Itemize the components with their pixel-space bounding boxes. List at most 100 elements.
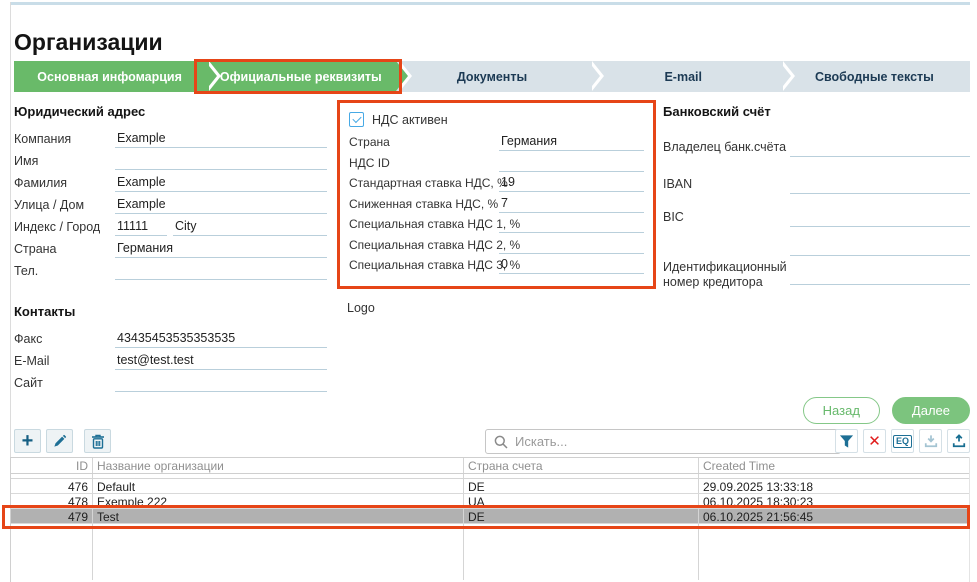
table-row[interactable]: 478 Exemple 222 UA 06.10.2025 18:30:23	[11, 494, 969, 509]
cell-name[interactable]: Default	[93, 479, 464, 493]
extra-bank-field[interactable]	[790, 239, 970, 256]
cell-country[interactable]: DE	[464, 479, 699, 493]
field-label: BIC	[663, 210, 790, 227]
tab-label: Основная инфомарция	[37, 70, 182, 84]
last-name-field[interactable]	[115, 175, 327, 192]
next-button[interactable]: Далее	[892, 397, 970, 424]
form-row: Страна	[349, 133, 644, 151]
checkbox-checked-icon[interactable]	[349, 112, 364, 127]
field-label: Компания	[14, 132, 115, 148]
fax-field[interactable]	[115, 331, 327, 348]
filter-button[interactable]	[835, 429, 858, 453]
vat-special-rate1-field[interactable]	[499, 216, 644, 233]
add-button[interactable]: +	[14, 429, 41, 453]
column-header-id[interactable]: ID	[11, 458, 93, 473]
bank-account-section: Банковский счёт Владелец банк.счёта IBAN…	[663, 104, 970, 296]
cell-country[interactable]: UA	[464, 494, 699, 508]
iban-field[interactable]	[790, 177, 970, 194]
form-row: Специальная ставка НДС 2, %	[349, 236, 644, 254]
form-row: IBAN	[663, 169, 970, 194]
field-label: Факс	[14, 332, 115, 348]
vat-section: НДС активен Страна НДС ID Стандартная ст…	[337, 100, 656, 315]
vat-id-field[interactable]	[499, 155, 644, 172]
vat-reduced-rate-field[interactable]	[499, 196, 644, 213]
cell-id[interactable]: 476	[11, 479, 93, 493]
column-header-country[interactable]: Страна счета	[464, 458, 699, 473]
cell-name[interactable]: Test	[93, 509, 464, 523]
table-row-selected[interactable]: 479 Test DE 06.10.2025 21:56:45	[11, 509, 969, 524]
cell-created[interactable]: 06.10.2025 18:30:23	[699, 494, 969, 508]
first-name-field[interactable]	[115, 153, 327, 170]
table-header-row: ID Название организации Страна счета Cre…	[11, 457, 969, 474]
cell-id[interactable]: 479	[11, 509, 93, 523]
field-label: Специальная ставка НДС 1, %	[349, 217, 499, 233]
vat-country-field[interactable]	[499, 134, 644, 151]
table-search	[485, 429, 841, 454]
panel-top-border	[10, 2, 970, 5]
cell-created[interactable]: 29.09.2025 13:33:18	[699, 479, 969, 493]
cell-id[interactable]: 478	[11, 494, 93, 508]
field-label: Специальная ставка НДС 3, %	[349, 258, 499, 274]
logo-label: Logo	[347, 301, 656, 315]
field-label: Страна	[14, 242, 115, 258]
crud-toolbar: +	[14, 429, 111, 453]
vat-standard-rate-field[interactable]	[499, 175, 644, 192]
tab-label: E-mail	[664, 70, 702, 84]
wizard-tabbar: Основная инфомарция Официальные реквизит…	[14, 61, 970, 92]
field-label: Специальная ставка НДС 2, %	[349, 238, 499, 254]
tab-email[interactable]: E-mail	[588, 61, 779, 92]
tab-label: Документы	[457, 70, 527, 84]
form-row: НДС ID	[349, 154, 644, 172]
tab-label: Официальные реквизиты	[220, 70, 382, 84]
form-row: Имя	[14, 151, 327, 170]
street-field[interactable]	[115, 197, 327, 214]
clear-filter-button[interactable]: ✕	[863, 429, 886, 453]
organizations-page: Организации Основная инфомарция Официаль…	[0, 0, 977, 582]
column-header-name[interactable]: Название организации	[93, 458, 464, 473]
cell-name[interactable]: Exemple 222	[93, 494, 464, 508]
vat-active-checkbox-row[interactable]: НДС активен	[349, 109, 644, 130]
delete-button[interactable]	[84, 429, 111, 453]
phone-field[interactable]	[115, 263, 327, 280]
form-row: E-Mail	[14, 351, 327, 370]
edit-button[interactable]	[46, 429, 73, 453]
form-row: Сайт	[14, 373, 327, 392]
form-row: Улица / Дом	[14, 195, 327, 214]
import-button[interactable]	[919, 429, 942, 453]
plus-icon: +	[22, 432, 34, 450]
field-label: Тел.	[14, 264, 115, 280]
form-row: Фамилия	[14, 173, 327, 192]
tab-free-texts[interactable]: Свободные тексты	[779, 61, 970, 92]
bic-field[interactable]	[790, 210, 970, 227]
tab-main-info[interactable]: Основная инфомарция	[14, 61, 205, 92]
creditor-id-field[interactable]	[790, 268, 970, 285]
search-input[interactable]	[515, 434, 840, 449]
company-field[interactable]	[115, 131, 327, 148]
bank-owner-field[interactable]	[790, 140, 970, 157]
tab-official-details[interactable]: Официальные реквизиты	[205, 61, 396, 92]
field-label: E-Mail	[14, 354, 115, 370]
field-label: Идентификационный номер кредитора	[663, 260, 790, 292]
cell-created[interactable]: 06.10.2025 21:56:45	[699, 509, 969, 523]
vat-special-rate3-field[interactable]	[499, 257, 644, 274]
eq-search-icon: EQ	[893, 435, 912, 448]
field-label: Сниженная ставка НДС, %	[349, 197, 499, 213]
email-field[interactable]	[115, 353, 327, 370]
field-label: Сайт	[14, 376, 115, 392]
table-row[interactable]: 476 Default DE 29.09.2025 13:33:18	[11, 479, 969, 494]
country-field[interactable]	[115, 241, 327, 258]
cell-country[interactable]: DE	[464, 509, 699, 523]
form-row: Стандартная ставка НДС, %	[349, 174, 644, 192]
form-row: Специальная ставка НДС 1, %	[349, 215, 644, 233]
advanced-search-button[interactable]: EQ	[891, 429, 914, 453]
website-field[interactable]	[115, 375, 327, 392]
city-field[interactable]	[173, 219, 327, 236]
zip-field[interactable]	[115, 219, 167, 236]
organizations-table: ID Название организации Страна счета Cre…	[10, 457, 970, 582]
column-header-created[interactable]: Created Time	[699, 458, 969, 473]
back-button[interactable]: Назад	[803, 397, 880, 424]
table-empty-area	[11, 524, 969, 580]
vat-special-rate2-field[interactable]	[499, 237, 644, 254]
tab-documents[interactable]: Документы	[396, 61, 587, 92]
export-button[interactable]	[947, 429, 970, 453]
